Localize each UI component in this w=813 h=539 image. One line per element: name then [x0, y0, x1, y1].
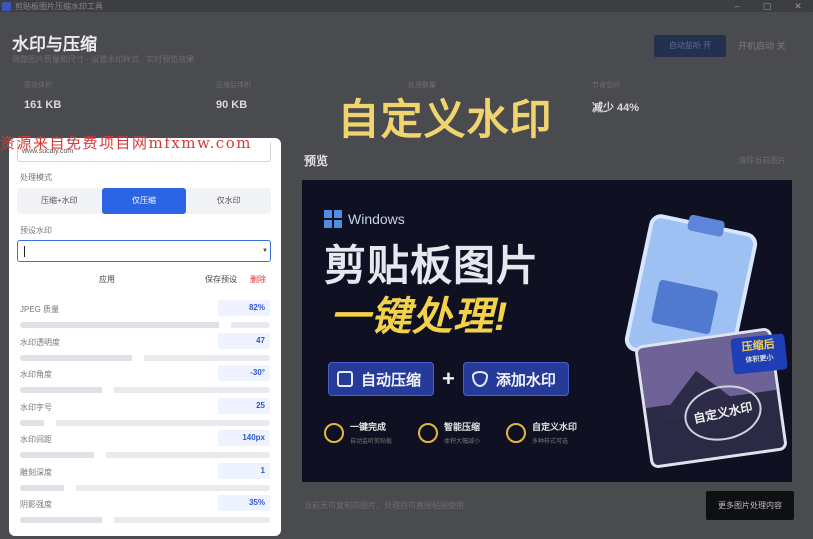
slider-fill — [20, 387, 108, 393]
close-button[interactable]: ✕ — [783, 0, 813, 12]
auto-listen-button[interactable]: 自动监听 开 — [654, 35, 726, 57]
slider-track[interactable] — [20, 418, 270, 427]
preview-image: Windows 剪贴板图片 一键处理! 自定义水印 压缩后 体积更小 自动压缩 +… — [302, 180, 792, 482]
mode-compress-only[interactable]: 仅压缩 — [101, 188, 187, 214]
slider-thumb[interactable] — [101, 516, 114, 524]
slider-track[interactable] — [20, 516, 270, 524]
preview-footer-text: 当前无可复制的图片，处理后可直接粘贴使用 — [304, 501, 464, 510]
page-subtitle: 调整图片质量和尺寸 · 设置水印样式 · 实时预览效果 — [12, 55, 195, 64]
slider-label: 阴影强度 — [20, 500, 52, 509]
more-tools-button[interactable]: 更多图片处理内容 — [706, 491, 794, 520]
slider-track[interactable] — [20, 451, 270, 459]
slider-value-input[interactable]: 1 — [218, 462, 270, 479]
slider-fill — [20, 452, 100, 458]
poster-badge: 压缩后 体积更小 — [730, 333, 788, 375]
slider-label: JPEG 质量 — [20, 305, 60, 314]
slider-label: 水印角度 — [20, 370, 52, 379]
shield-check-icon — [506, 422, 527, 443]
mode-watermark-only[interactable]: 仅水印 — [186, 188, 271, 214]
slider-track[interactable] — [20, 386, 270, 394]
poster-pills: 自动压缩 + 添加水印 — [328, 362, 569, 396]
feature-custom-watermark: 自定义水印 多种样式可选 — [506, 420, 577, 445]
poster-subheadline: 一键处理! — [330, 295, 509, 339]
preset-label: 预设水印 — [20, 226, 52, 235]
mode-segmented-control: 压缩+水印 仅压缩 仅水印 — [17, 188, 271, 214]
save-preset-button[interactable]: 保存预设 — [205, 274, 237, 285]
slider-value-input[interactable]: 25 — [218, 397, 270, 414]
app-icon — [2, 1, 11, 11]
apply-button[interactable]: 应用 — [99, 274, 115, 285]
mode-compress-watermark[interactable]: 压缩+水印 — [17, 188, 102, 214]
shield-icon — [471, 371, 488, 387]
slider-row: 水印间距 140px — [20, 430, 274, 464]
window-title: 剪贴板图片压缩水印工具 — [15, 1, 103, 11]
slider-thumb[interactable] — [94, 451, 106, 459]
preview-title: 预览 — [304, 154, 329, 168]
windows-logo-icon — [324, 210, 342, 228]
poster-pill-watermark: 添加水印 — [462, 362, 569, 396]
maximize-button[interactable]: ▢ — [752, 0, 782, 12]
minimize-button[interactable]: – — [722, 0, 752, 12]
slider-row: 雕刻深度 1 — [20, 462, 274, 497]
settings-panel: www.sucaiy.com 处理模式 压缩+水印 仅压缩 仅水印 预设水印 ▼… — [9, 138, 281, 536]
slider-label: 雕刻深度 — [20, 467, 52, 477]
poster-features: 一键完成 自动监听剪贴板 智能压缩 体积大幅减小 自定义水印 多种样式可选 — [324, 420, 603, 445]
autostart-toggle[interactable]: 开机启动 关 — [738, 35, 786, 57]
slider-track[interactable] — [20, 321, 270, 329]
title-bar: 剪贴板图片压缩水印工具 – ▢ ✕ — [0, 0, 813, 12]
poster-plus: + — [442, 366, 455, 391]
stat-original-size: 原始体积 161 KB — [24, 82, 62, 111]
slider-row: 水印字号 25 — [20, 397, 274, 432]
slider-fill — [20, 484, 70, 491]
slider-fill — [20, 354, 138, 361]
slider-row: 阴影强度 35% — [20, 495, 274, 529]
slider-label: 水印间距 — [20, 435, 52, 444]
promo-banner: 自定义水印 — [337, 96, 553, 143]
lightning-icon — [324, 422, 344, 443]
chevron-down-icon[interactable]: ▼ — [260, 241, 270, 261]
slider-value-input[interactable]: 35% — [218, 495, 270, 511]
slider-row: 水印透明度 47 — [20, 332, 274, 367]
feature-smart-compress: 智能压缩 体积大幅减小 — [418, 420, 480, 445]
mode-label: 处理模式 — [20, 173, 52, 182]
stat-saved: 节省空间 减少 44% — [592, 82, 640, 114]
gear-icon — [418, 422, 439, 443]
slider-value-input[interactable]: -30° — [218, 365, 270, 381]
slider-thumb[interactable] — [131, 353, 144, 362]
slider-row: JPEG 质量 82% — [20, 300, 274, 334]
slider-value-input[interactable]: 140px — [218, 430, 270, 446]
poster-pill-compress: 自动压缩 — [328, 362, 435, 396]
slider-label: 水印字号 — [20, 402, 52, 412]
page-title: 水印与压缩 — [12, 35, 97, 54]
feature-one-click: 一键完成 自动监听剪贴板 — [324, 420, 392, 445]
poster-brand: Windows — [324, 210, 405, 228]
slider-value-input[interactable]: 82% — [218, 300, 270, 316]
slider-thumb[interactable] — [219, 321, 231, 329]
text-caret — [24, 246, 25, 257]
slider-row: 水印角度 -30° — [20, 365, 274, 399]
slider-thumb[interactable] — [101, 386, 114, 394]
stat-compressed-size: 压缩后体积 90 KB — [216, 82, 251, 111]
slider-thumb[interactable] — [64, 483, 76, 492]
slider-track[interactable] — [20, 483, 270, 492]
clear-preview-link[interactable]: 清除当前图片 — [738, 155, 786, 166]
preset-select[interactable]: ▼ — [17, 240, 271, 262]
slider-thumb[interactable] — [44, 418, 56, 427]
delete-preset-button[interactable]: 删除 — [250, 274, 266, 285]
source-watermark-text: 资源来自免费项目网mfxmw.com — [0, 134, 252, 152]
compress-icon — [337, 371, 353, 387]
slider-label: 水印透明度 — [20, 337, 60, 347]
slider-value-input[interactable]: 47 — [218, 332, 270, 349]
slider-track[interactable] — [20, 353, 270, 362]
slider-fill — [20, 322, 225, 328]
slider-fill — [20, 517, 108, 523]
